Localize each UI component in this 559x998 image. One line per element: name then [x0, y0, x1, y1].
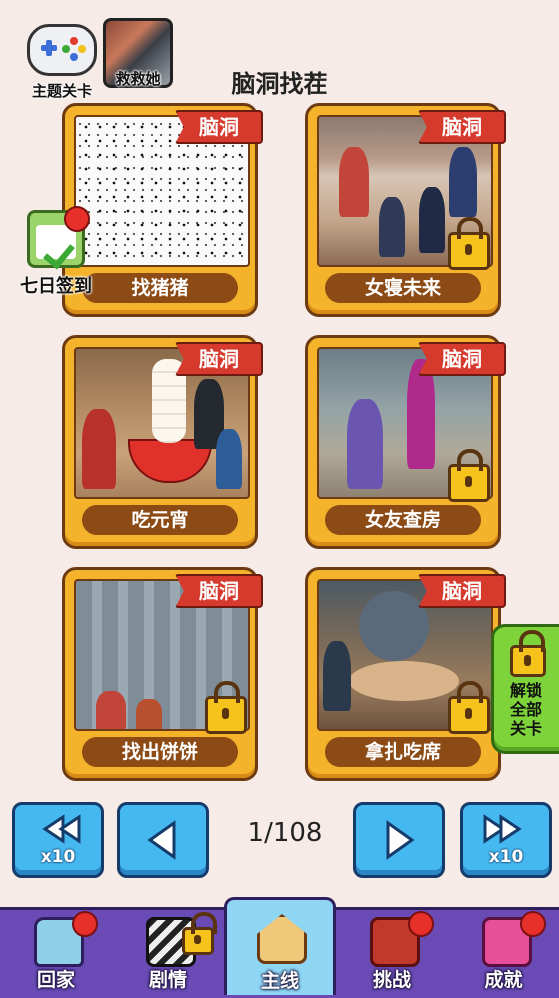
unlock-label-1: 解锁 [509, 681, 542, 700]
level-name: 找猪猪 [82, 273, 238, 303]
lock-icon [448, 217, 490, 270]
nav-achievement-label: 成就 [484, 969, 523, 991]
tag-ribbon: 脑洞 [175, 574, 263, 608]
gamepad-icon [27, 24, 97, 76]
rescue-label: 救救她 [115, 70, 161, 88]
unlock-label-3: 关卡 [509, 719, 542, 738]
lock-icon [205, 681, 247, 734]
back-10-pages-button[interactable]: x10 [12, 802, 104, 878]
lock-icon [448, 681, 490, 734]
forward-10-label: x10 [488, 847, 524, 867]
level-card-find-cakes[interactable]: 脑洞 找出饼饼 [62, 567, 263, 781]
level-card-girlfriend-check[interactable]: 脑洞 女友查房 [305, 335, 506, 549]
level-name: 女友查房 [325, 505, 481, 535]
level-card-eat-yuanxiao[interactable]: 脑洞 吃元宵 [62, 335, 263, 549]
left-arrow-icon [147, 820, 176, 860]
tag-ribbon: 脑洞 [418, 110, 506, 144]
notification-dot [408, 911, 434, 937]
lock-icon [448, 449, 490, 502]
forward-10-pages-button[interactable]: x10 [460, 802, 552, 878]
unlock-label-2: 全部 [509, 700, 542, 719]
nav-challenge-label: 挑战 [372, 969, 411, 991]
theme-levels-label: 主题关卡 [31, 82, 92, 100]
next-page-button[interactable] [353, 802, 445, 878]
notification-dot [64, 206, 90, 232]
nav-main[interactable]: 主线 [224, 897, 336, 995]
nav-challenge[interactable]: 挑战 [336, 907, 448, 995]
nav-story[interactable]: 剧情 [112, 907, 224, 995]
theme-levels-button[interactable]: 主题关卡 [22, 20, 102, 101]
rescue-her-button[interactable]: 救救她 [100, 18, 176, 89]
right-arrow-icon [386, 820, 415, 860]
tag-ribbon: 脑洞 [418, 574, 506, 608]
double-left-arrow-icon [42, 814, 81, 844]
level-name: 拿扎吃席 [325, 737, 481, 767]
nav-achievement[interactable]: 成就 [448, 907, 559, 995]
notification-dot [520, 911, 546, 937]
unlock-icon [510, 630, 546, 677]
double-right-arrow-icon [483, 814, 522, 844]
level-card-dorm-future[interactable]: 脑洞 女寝未来 [305, 103, 506, 317]
seven-day-checkin-button[interactable]: 七日签到 [8, 206, 104, 298]
notification-dot [72, 911, 98, 937]
house-icon [257, 914, 307, 964]
nav-main-label: 主线 [260, 970, 299, 992]
nav-home[interactable]: 回家 [0, 907, 112, 995]
checkin-label: 七日签到 [20, 276, 92, 297]
level-name: 吃元宵 [82, 505, 238, 535]
previous-page-button[interactable] [117, 802, 209, 878]
nav-story-label: 剧情 [148, 969, 187, 991]
back-10-label: x10 [40, 847, 76, 867]
tag-ribbon: 脑洞 [175, 342, 263, 376]
level-card-banquet[interactable]: 脑洞 拿扎吃席 [305, 567, 506, 781]
level-name: 找出饼饼 [82, 737, 238, 767]
nav-home-label: 回家 [36, 969, 75, 991]
tag-ribbon: 脑洞 [418, 342, 506, 376]
level-name: 女寝未来 [325, 273, 481, 303]
unlock-all-levels-button[interactable]: 解锁 全部 关卡 [491, 624, 559, 754]
tag-ribbon: 脑洞 [175, 110, 263, 144]
lock-icon [182, 912, 217, 955]
page-indicator: 1/108 [247, 818, 323, 848]
